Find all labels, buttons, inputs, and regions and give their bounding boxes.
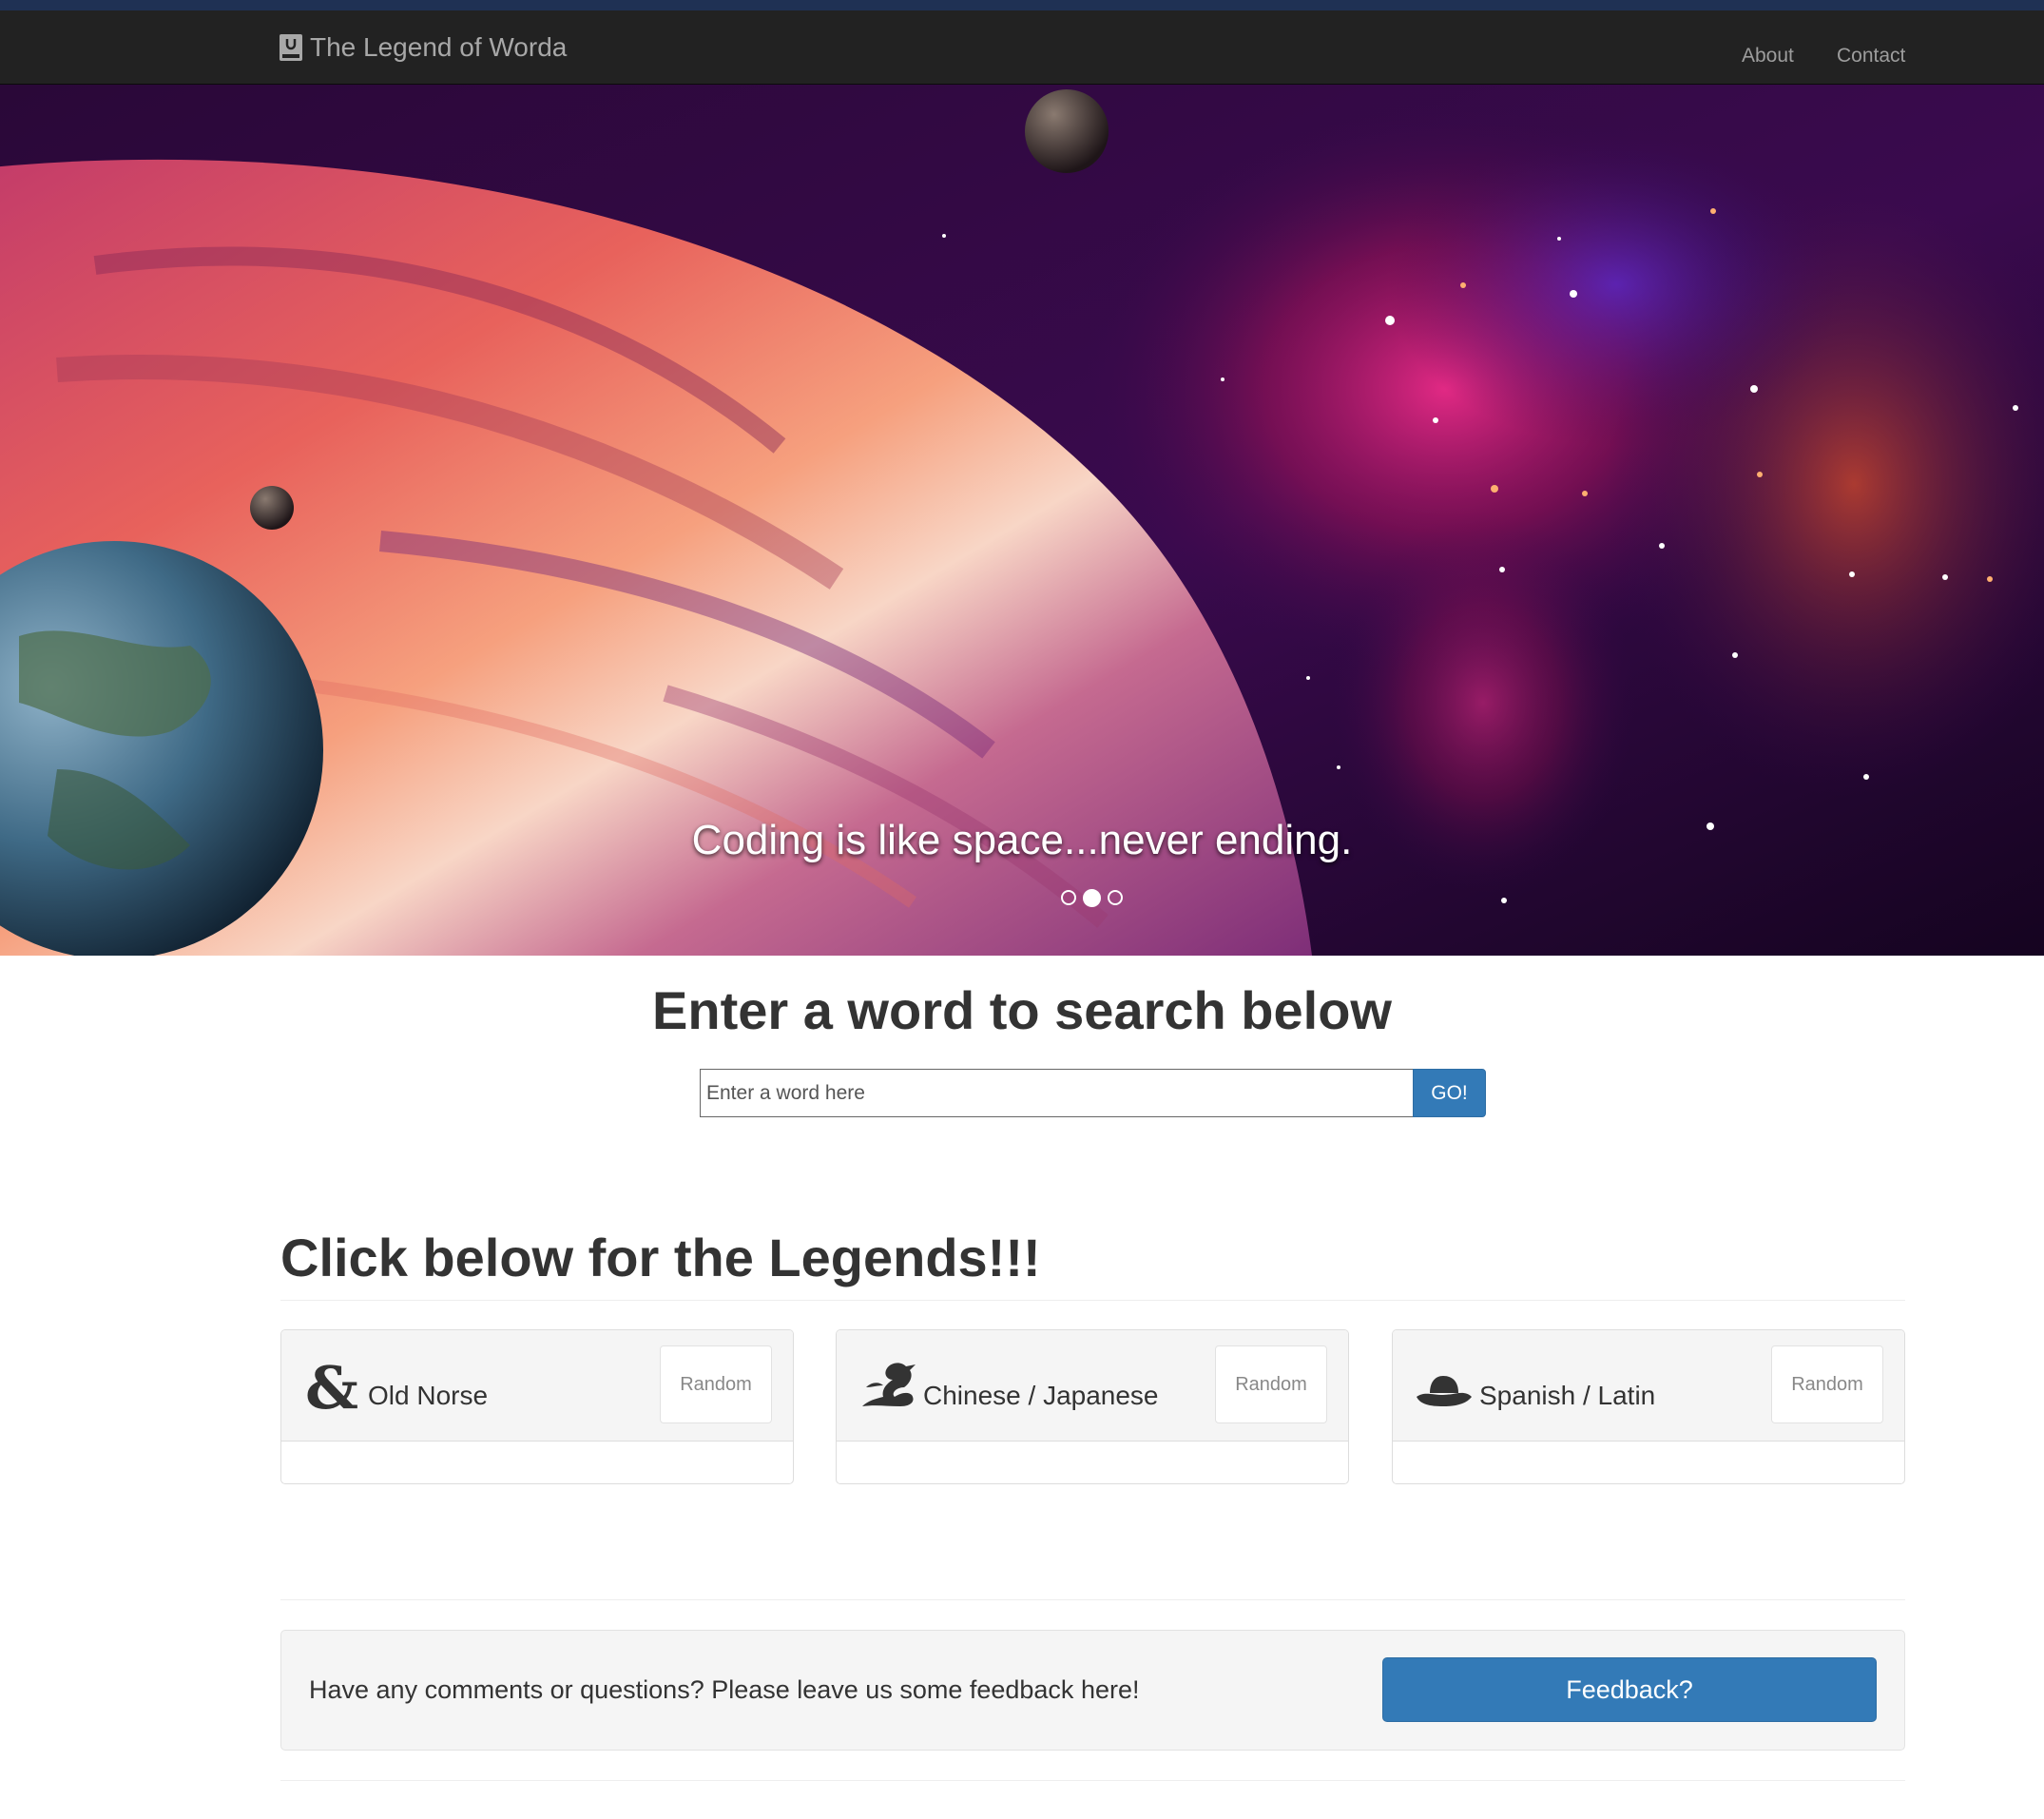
legend-title-spanish-latin[interactable]: Spanish / Latin (1479, 1381, 1655, 1411)
feedback-button[interactable]: Feedback? (1382, 1657, 1877, 1722)
dragon-icon[interactable] (858, 1359, 916, 1414)
search-heading: Enter a word to search below (652, 980, 1392, 1040)
legends-divider (280, 1300, 1905, 1301)
brand-link[interactable]: The Legend of Worda (279, 29, 567, 66)
section-divider (280, 1599, 1905, 1600)
svg-text:&: & (305, 1359, 358, 1414)
legends-heading: Click below for the Legends!!! (280, 1228, 1041, 1287)
carousel-indicators (1061, 888, 1123, 907)
random-spanish-latin-button[interactable]: Random (1771, 1345, 1883, 1423)
hero-carousel[interactable]: Coding is like space...never ending. (0, 85, 2044, 956)
search-input[interactable] (700, 1069, 1414, 1117)
legend-card-header: Chinese / Japanese Random (837, 1330, 1348, 1442)
go-button[interactable]: GO! (1413, 1069, 1486, 1117)
legend-card-header: & Old Norse Random (281, 1330, 793, 1442)
legend-card-old-norse: & Old Norse Random (280, 1329, 794, 1484)
ampersand-rune-icon[interactable]: & (303, 1359, 360, 1414)
footer-divider (280, 1780, 1905, 1781)
carousel-indicator-1[interactable] (1061, 890, 1076, 905)
carousel-indicator-2[interactable] (1083, 888, 1101, 907)
legend-card-header: Spanish / Latin Random (1393, 1330, 1904, 1442)
book-icon (280, 34, 302, 61)
nav-about-link[interactable]: About (1742, 45, 1794, 68)
carousel-caption: Coding is like space...never ending. (691, 817, 1353, 863)
legend-card-chinese-japanese: Chinese / Japanese Random (836, 1329, 1349, 1484)
top-accent-bar (0, 0, 2044, 10)
legend-title-chinese-japanese[interactable]: Chinese / Japanese (923, 1381, 1159, 1411)
legend-title-old-norse[interactable]: Old Norse (368, 1381, 488, 1411)
nav-contact-link[interactable]: Contact (1837, 45, 1905, 68)
navbar: The Legend of Worda About Contact (0, 10, 2044, 85)
random-chinese-japanese-button[interactable]: Random (1215, 1345, 1327, 1423)
carousel-indicator-3[interactable] (1108, 890, 1123, 905)
feedback-text: Have any comments or questions? Please l… (309, 1675, 1140, 1704)
feedback-well: Have any comments or questions? Please l… (280, 1630, 1905, 1751)
legend-card-spanish-latin: Spanish / Latin Random (1392, 1329, 1905, 1484)
random-old-norse-button[interactable]: Random (660, 1345, 772, 1423)
cowboy-hat-icon[interactable] (1415, 1359, 1472, 1414)
brand-title: The Legend of Worda (310, 32, 568, 62)
